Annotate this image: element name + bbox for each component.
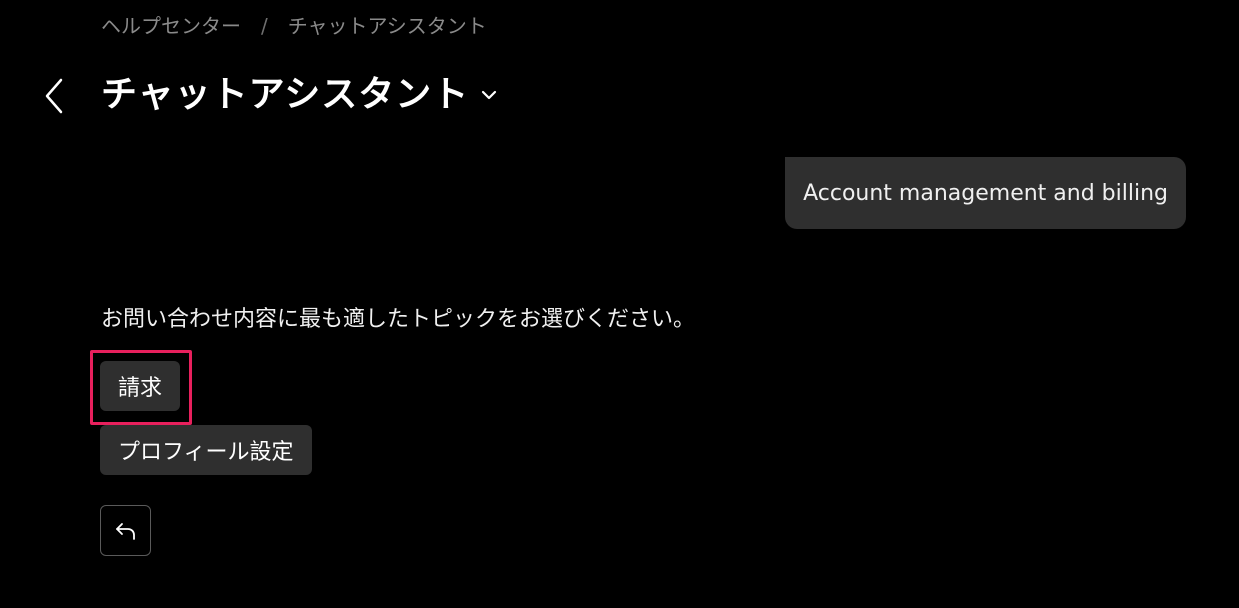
title-dropdown[interactable]: チャットアシスタント (101, 72, 497, 118)
user-message-text: Account management and billing (803, 180, 1168, 206)
option-profile-settings-button[interactable]: プロフィール設定 (100, 425, 312, 475)
breadcrumb-help-center[interactable]: ヘルプセンター (101, 12, 241, 40)
option-billing-button[interactable]: 請求 (100, 361, 181, 411)
breadcrumb-separator: / (261, 14, 268, 38)
chevron-down-icon (481, 90, 497, 100)
breadcrumb: ヘルプセンター / チャットアシスタント (101, 12, 487, 40)
chat-assistant-page: ヘルプセンター / チャットアシスタント チャットアシスタント Account … (0, 0, 1239, 608)
undo-arrow-icon (115, 522, 135, 540)
assistant-prompt: お問い合わせ内容に最も適したトピックをお選びください。 (101, 307, 696, 332)
page-title: チャットアシスタント (101, 74, 470, 115)
chevron-left-icon (45, 78, 63, 114)
user-message-bubble: Account management and billing (785, 157, 1186, 229)
back-button[interactable] (36, 76, 72, 116)
undo-button[interactable] (100, 505, 151, 556)
breadcrumb-current: チャットアシスタント (287, 14, 487, 38)
